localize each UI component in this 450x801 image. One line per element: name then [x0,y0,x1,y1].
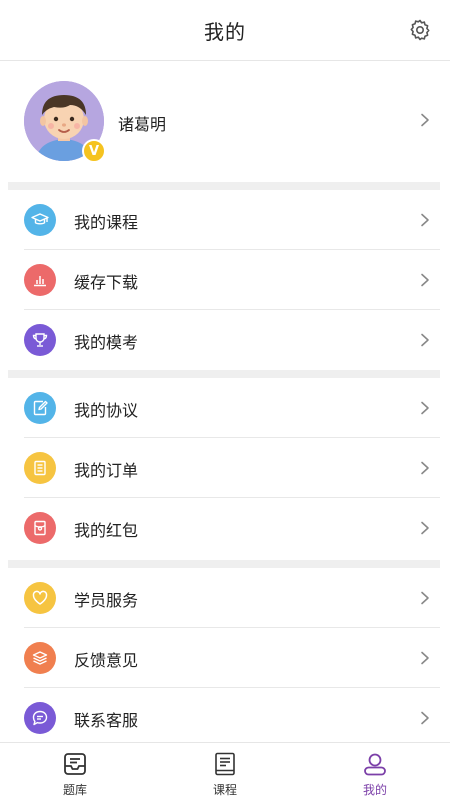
section-divider [8,560,440,568]
bottom-tab-bar: 题库 课程 我的 [0,742,450,801]
chevron-right-icon [421,273,429,287]
menu-item-feedback[interactable]: 反馈意见 [0,628,450,688]
menu-item-label: 缓存下载 [74,273,139,292]
profile-card[interactable]: V 诸葛明 [0,61,450,182]
vip-badge: V [82,139,106,163]
inbox-tray-icon [64,753,86,775]
page-title: 我的 [204,19,246,44]
graduation-cap-icon [24,204,56,236]
tab-label: 题库 [62,783,87,797]
menu-item-mock-exam[interactable]: 我的模考 [0,310,450,370]
menu-item-label: 我的红包 [74,521,139,540]
book-icon [215,752,235,776]
tab-mine[interactable]: 我的 [300,743,450,801]
chevron-right-icon [421,461,429,475]
red-envelope-icon [24,512,56,544]
tab-question-bank[interactable]: 题库 [0,743,150,801]
section-divider [8,370,440,378]
tab-label: 课程 [212,783,237,797]
menu-item-my-orders[interactable]: 我的订单 [0,438,450,498]
chevron-right-icon [421,113,429,127]
tab-courses[interactable]: 课程 [150,743,300,801]
menu-item-my-courses[interactable]: 我的课程 [0,190,450,250]
trophy-icon [24,324,56,356]
heart-icon [24,582,56,614]
menu-item-red-envelope[interactable]: 我的红包 [0,498,450,558]
avatar[interactable]: V [24,81,106,163]
tab-label: 我的 [362,783,387,797]
menu-item-student-service[interactable]: 学员服务 [0,568,450,628]
menu-item-label: 我的模考 [74,333,139,352]
edit-document-icon [24,392,56,424]
menu-item-cache-download[interactable]: 缓存下载 [0,250,450,310]
chevron-right-icon [421,521,429,535]
chevron-right-icon [421,711,429,725]
list-document-icon [24,452,56,484]
chevron-right-icon [421,401,429,415]
gear-icon[interactable] [408,18,432,42]
menu-item-label: 联系客服 [74,711,139,730]
menu-item-label: 我的课程 [74,213,139,232]
chevron-right-icon [421,213,429,227]
username: 诸葛明 [118,115,167,134]
menu-item-label: 学员服务 [74,591,139,610]
chat-bubble-icon [24,702,56,734]
menu-item-label: 我的协议 [74,401,139,420]
chevron-right-icon [421,333,429,347]
menu-item-my-agreement[interactable]: 我的协议 [0,378,450,438]
stack-icon [24,642,56,674]
section-divider [8,182,440,190]
menu-item-label: 反馈意见 [74,651,139,670]
menu-item-label: 我的订单 [74,461,139,480]
chevron-right-icon [421,651,429,665]
menu-item-contact-support[interactable]: 联系客服 [0,688,450,748]
bar-chart-icon [24,264,56,296]
user-icon [364,753,386,776]
chevron-right-icon [421,591,429,605]
top-bar: 我的 [0,0,450,61]
